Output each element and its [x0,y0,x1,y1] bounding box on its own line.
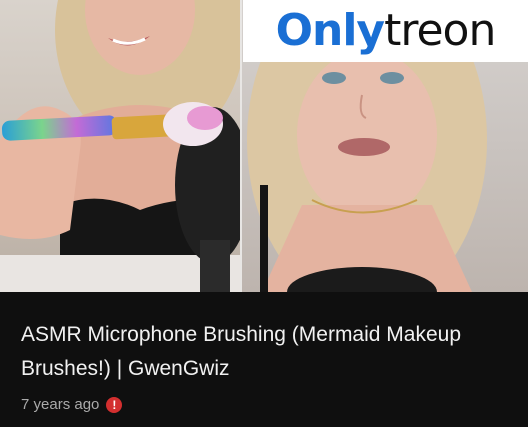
upload-age: 7 years ago [21,396,100,413]
video-meta: 7 years ago ! [21,396,123,413]
video-title[interactable]: ASMR Microphone Brushing (Mermaid Makeup… [21,318,511,386]
video-thumbnail[interactable]: Onlytreon [0,0,528,292]
thumbnail-left-pane [0,0,240,292]
watermark-treon-text: treon [384,5,496,56]
watermark-only-text: Only [275,5,385,56]
video-card[interactable]: Onlytreon ASMR Microphone Brushing (Merm… [0,0,528,427]
alert-icon[interactable]: ! [106,396,123,413]
onlytreon-watermark: Onlytreon [243,0,528,62]
